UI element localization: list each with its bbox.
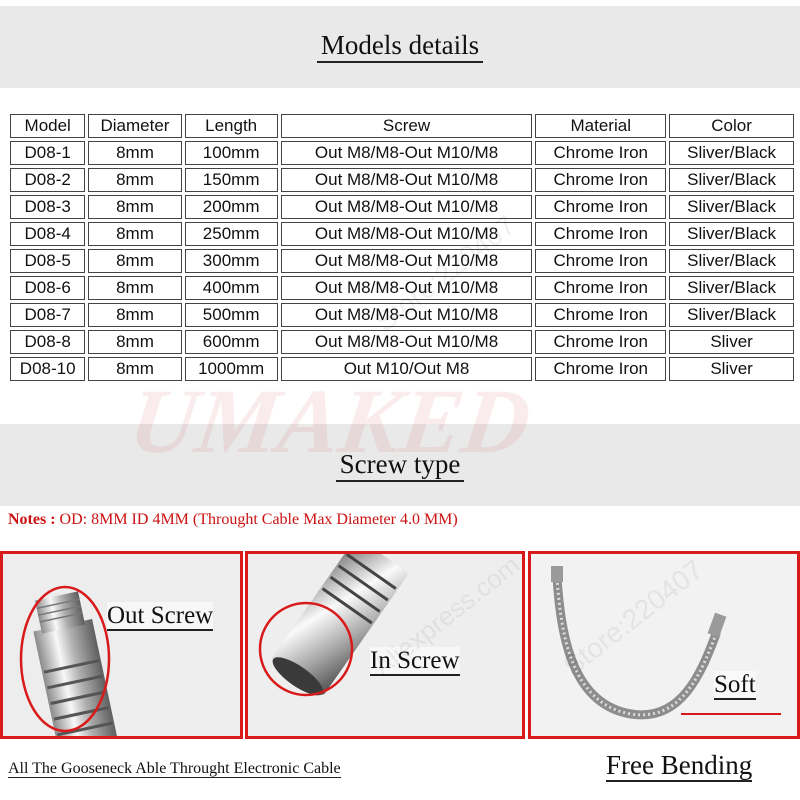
cell-length: 200mm (184, 195, 278, 219)
in-screw-label: In Screw (370, 647, 460, 676)
table-row: D08-6 8mm 400mm Out M8/M8-Out M10/M8 Chr… (10, 276, 794, 300)
screw-type-title-text: Screw type (335, 449, 465, 482)
cell-screw: Out M8/M8-Out M10/M8 (280, 249, 533, 273)
notes-label: Notes : (8, 511, 56, 528)
cell-model: D08-7 (10, 303, 86, 327)
cell-length: 500mm (184, 303, 278, 327)
cell-screw: Out M8/M8-Out M10/M8 (280, 141, 533, 165)
cell-color: Sliver/Black (669, 222, 794, 246)
cell-color: Sliver/Black (669, 195, 794, 219)
free-bending-caption-text: Free Bending (606, 750, 753, 782)
cell-material: Chrome Iron (535, 303, 667, 327)
models-table: Model Diameter Length Screw Material Col… (7, 111, 797, 384)
cell-length: 600mm (184, 330, 278, 354)
soft-label-text: Soft (714, 671, 756, 700)
cell-material: Chrome Iron (535, 195, 667, 219)
notes-line: Notes : OD: 8MM ID 4MM (Throught Cable M… (8, 511, 458, 529)
in-screw-photo: In Screw (245, 551, 525, 739)
cell-color: Sliver/Black (669, 141, 794, 165)
cell-model: D08-8 (10, 330, 86, 354)
cell-material: Chrome Iron (535, 276, 667, 300)
cell-screw: Out M8/M8-Out M10/M8 (280, 195, 533, 219)
soft-label: Soft (714, 671, 756, 700)
cell-diameter: 8mm (88, 222, 182, 246)
soft-gooseneck-photo: Soft (528, 551, 800, 739)
cell-length: 100mm (184, 141, 278, 165)
table-header-row: Model Diameter Length Screw Material Col… (10, 114, 794, 138)
table-row: D08-2 8mm 150mm Out M8/M8-Out M10/M8 Chr… (10, 168, 794, 192)
out-screw-illustration (3, 554, 240, 736)
models-title: Models details (0, 30, 800, 63)
cell-length: 1000mm (184, 357, 278, 381)
cell-model: D08-1 (10, 141, 86, 165)
table-row: D08-3 8mm 200mm Out M8/M8-Out M10/M8 Chr… (10, 195, 794, 219)
header-screw: Screw (280, 114, 533, 138)
cell-diameter: 8mm (88, 330, 182, 354)
out-screw-photo: Out Screw (0, 551, 243, 739)
cell-model: D08-3 (10, 195, 86, 219)
cell-diameter: 8mm (88, 249, 182, 273)
cell-color: Sliver/Black (669, 168, 794, 192)
header-model: Model (10, 114, 86, 138)
cell-color: Sliver/Black (669, 276, 794, 300)
cell-screw: Out M8/M8-Out M10/M8 (280, 222, 533, 246)
cell-color: Sliver (669, 330, 794, 354)
cell-material: Chrome Iron (535, 222, 667, 246)
cell-model: D08-2 (10, 168, 86, 192)
cell-model: D08-4 (10, 222, 86, 246)
cell-screw: Out M8/M8-Out M10/M8 (280, 168, 533, 192)
cell-diameter: 8mm (88, 168, 182, 192)
cell-diameter: 8mm (88, 357, 182, 381)
in-screw-label-text: In Screw (370, 647, 460, 676)
cell-model: D08-10 (10, 357, 86, 381)
cell-model: D08-5 (10, 249, 86, 273)
cell-material: Chrome Iron (535, 249, 667, 273)
cell-screw: Out M8/M8-Out M10/M8 (280, 276, 533, 300)
cell-diameter: 8mm (88, 141, 182, 165)
cell-material: Chrome Iron (535, 357, 667, 381)
models-title-text: Models details (316, 30, 484, 63)
out-screw-label: Out Screw (107, 602, 214, 631)
table-row: D08-8 8mm 600mm Out M8/M8-Out M10/M8 Chr… (10, 330, 794, 354)
table-row: D08-1 8mm 100mm Out M8/M8-Out M10/M8 Chr… (10, 141, 794, 165)
cell-color: Sliver (669, 357, 794, 381)
cell-screw: Out M8/M8-Out M10/M8 (280, 330, 533, 354)
free-bending-caption: Free Bending (606, 750, 753, 782)
cell-length: 400mm (184, 276, 278, 300)
out-screw-label-text: Out Screw (107, 602, 214, 631)
cell-color: Sliver/Black (669, 303, 794, 327)
cable-caption: All The Gooseneck Able Throught Electron… (8, 760, 341, 778)
notes-text: OD: 8MM ID 4MM (Throught Cable Max Diame… (59, 511, 458, 528)
table-row: D08-7 8mm 500mm Out M8/M8-Out M10/M8 Chr… (10, 303, 794, 327)
cable-caption-text: All The Gooseneck Able Throught Electron… (8, 760, 341, 778)
cell-material: Chrome Iron (535, 168, 667, 192)
header-color: Color (669, 114, 794, 138)
cell-diameter: 8mm (88, 303, 182, 327)
cell-length: 150mm (184, 168, 278, 192)
cell-length: 300mm (184, 249, 278, 273)
table-row: D08-5 8mm 300mm Out M8/M8-Out M10/M8 Chr… (10, 249, 794, 273)
cell-diameter: 8mm (88, 195, 182, 219)
cell-material: Chrome Iron (535, 330, 667, 354)
cell-material: Chrome Iron (535, 141, 667, 165)
cell-model: D08-6 (10, 276, 86, 300)
cell-screw: Out M8/M8-Out M10/M8 (280, 303, 533, 327)
cell-color: Sliver/Black (669, 249, 794, 273)
table-row: D08-4 8mm 250mm Out M8/M8-Out M10/M8 Chr… (10, 222, 794, 246)
header-diameter: Diameter (88, 114, 182, 138)
cell-screw: Out M10/Out M8 (280, 357, 533, 381)
table-row: D08-10 8mm 1000mm Out M10/Out M8 Chrome … (10, 357, 794, 381)
header-material: Material (535, 114, 667, 138)
gooseneck-illustration (531, 554, 797, 736)
cell-diameter: 8mm (88, 276, 182, 300)
screw-type-title: Screw type (0, 449, 800, 482)
cell-length: 250mm (184, 222, 278, 246)
header-length: Length (184, 114, 278, 138)
